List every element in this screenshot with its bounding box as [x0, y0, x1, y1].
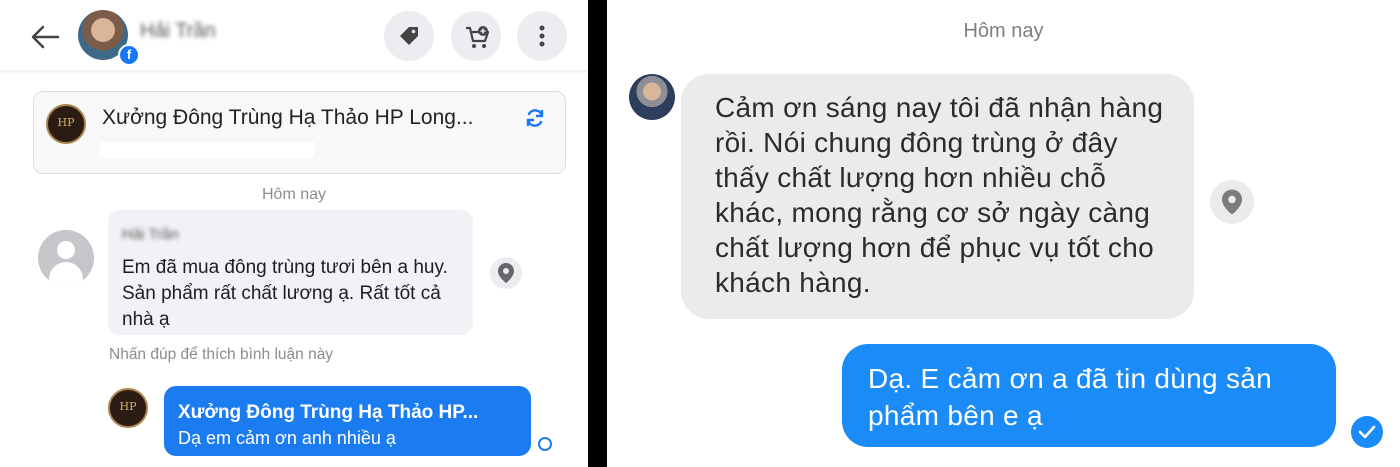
location-button[interactable] [1210, 180, 1254, 224]
location-pin-icon [1222, 189, 1242, 215]
comment-text: Em đã mua đông trùng tươi bên a huy. Sản… [122, 257, 448, 330]
like-hint: Nhấn đúp để thích bình luận này [109, 346, 334, 363]
location-button[interactable] [490, 257, 522, 289]
tag-button[interactable] [384, 11, 434, 61]
reply-text: Dạ em cảm ơn anh nhiều ạ [178, 428, 396, 448]
cart-button[interactable] [451, 11, 501, 61]
sent-status-icon [538, 437, 552, 451]
reply-bubble[interactable]: Xưởng Đông Trùng Hạ Thảo HP... Dạ em cảm… [164, 386, 531, 456]
seen-status [1351, 416, 1383, 448]
conversation-header: f Hải Trần [0, 0, 588, 70]
commenter-avatar[interactable] [38, 230, 94, 286]
page-subtitle-redacted [100, 142, 315, 158]
sender-avatar[interactable] [629, 74, 675, 120]
cart-add-icon [466, 26, 490, 48]
page-logo [46, 104, 86, 144]
sent-message-text: Dạ. E cảm ơn a đã tin dùng sản phẩm bên … [868, 363, 1273, 431]
tag-icon [400, 27, 418, 45]
more-options-button[interactable] [517, 11, 567, 61]
right-screenshot: Hôm nay Cảm ơn sáng nay tôi đã nhận hàng… [607, 0, 1400, 467]
more-vertical-icon [539, 25, 545, 47]
facebook-icon: f [118, 44, 140, 66]
left-screenshot: f Hải Trần Xưởng Đông Trùng Hạ Thảo HP L… [0, 0, 588, 467]
page-post-card[interactable]: Xưởng Đông Trùng Hạ Thảo HP Long... [33, 91, 566, 174]
date-separator: Hôm nay [261, 186, 327, 203]
page-avatar [108, 388, 148, 428]
sent-message-bubble[interactable]: Dạ. E cảm ơn a đã tin dùng sản phẩm bên … [842, 344, 1336, 447]
received-message-text: Cảm ơn sáng nay tôi đã nhận hàng rồi. Nó… [715, 92, 1164, 298]
location-pin-icon [498, 263, 514, 283]
date-separator: Hôm nay [963, 20, 1044, 42]
comment-author: Hải Trần [122, 226, 179, 243]
reply-sender-name: Xưởng Đông Trùng Hạ Thảo HP... [178, 402, 479, 423]
back-arrow-icon[interactable] [28, 22, 62, 52]
received-message-bubble[interactable]: Cảm ơn sáng nay tôi đã nhận hàng rồi. Nó… [681, 74, 1194, 319]
contact-name[interactable]: Hải Trần [140, 20, 230, 46]
comment-bubble[interactable]: Hải Trần Em đã mua đông trùng tươi bên a… [108, 210, 473, 335]
page-name: Xưởng Đông Trùng Hạ Thảo HP Long... [102, 106, 474, 129]
refresh-icon[interactable] [524, 107, 546, 129]
check-icon [1358, 425, 1376, 439]
